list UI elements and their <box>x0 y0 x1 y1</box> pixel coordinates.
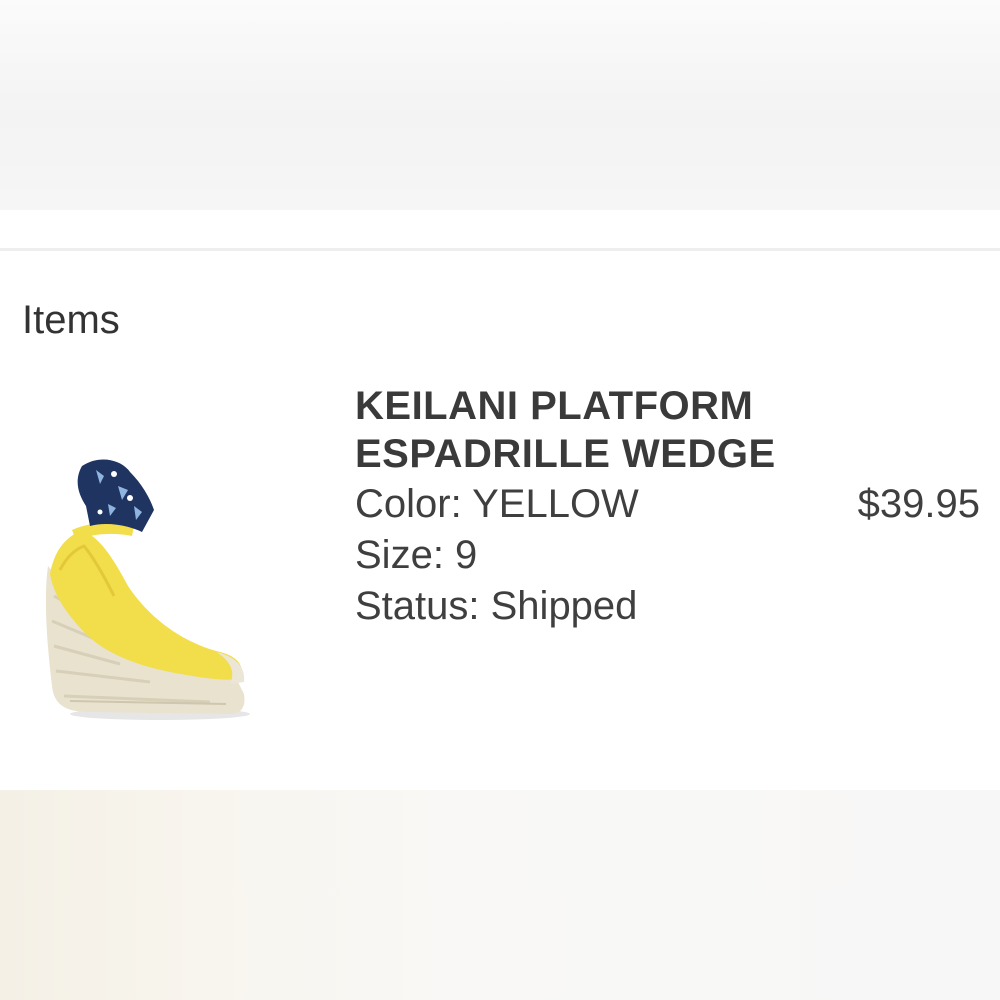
items-section-title: Items <box>22 298 120 342</box>
product-name-line-2: ESPADRILLE WEDGE <box>355 432 776 476</box>
order-items-card: Items KEILANI PLATFORM ESPADRILLE WEDGE … <box>0 210 1000 790</box>
order-status: Status: Shipped <box>355 584 638 628</box>
section-divider <box>0 248 1000 251</box>
product-price: $39.95 <box>857 482 980 526</box>
product-color: Color: YELLOW <box>355 482 639 526</box>
product-image[interactable] <box>30 446 270 736</box>
product-name-line-1: KEILANI PLATFORM <box>355 384 754 428</box>
blurred-background-bottom <box>0 790 1000 1000</box>
espadrille-shoe-icon <box>45 459 250 720</box>
blurred-background-top <box>0 0 1000 210</box>
product-name[interactable]: KEILANI PLATFORM ESPADRILLE WEDGE <box>355 382 835 478</box>
product-size: Size: 9 <box>355 533 478 577</box>
